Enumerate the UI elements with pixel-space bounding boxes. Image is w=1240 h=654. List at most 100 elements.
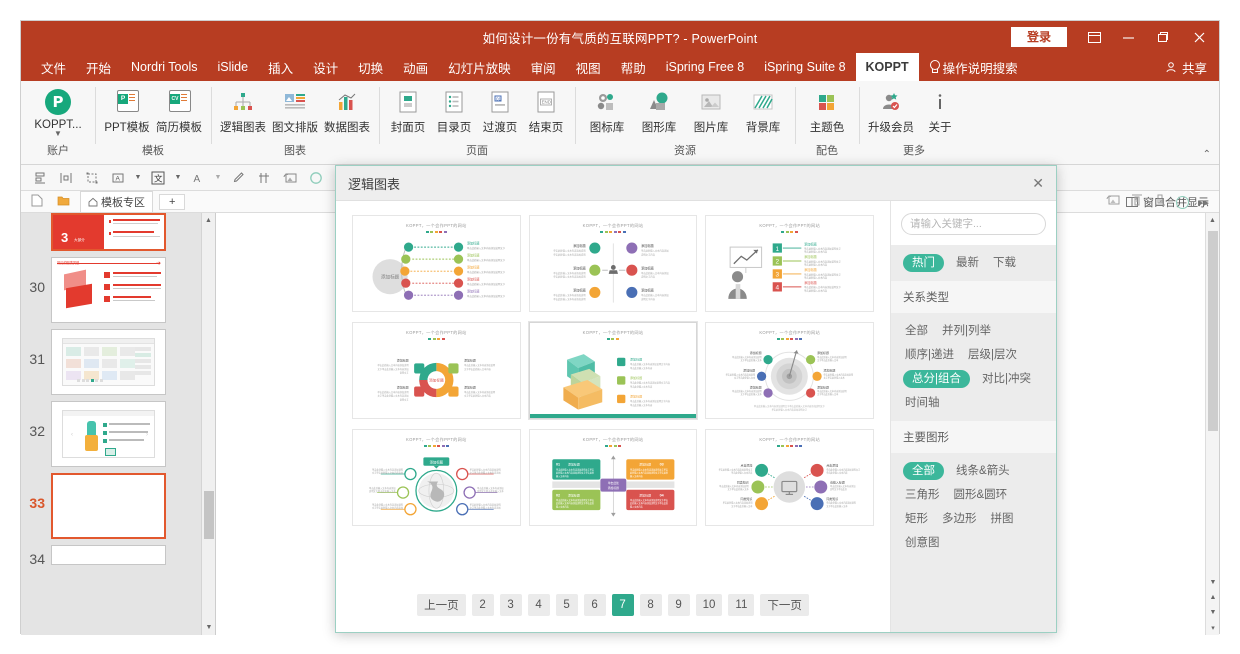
chevron-down-icon[interactable]: ▼ bbox=[133, 168, 143, 188]
upgrade-member-button[interactable]: 升级会员 bbox=[865, 84, 917, 135]
tab-transitions[interactable]: 切换 bbox=[348, 53, 393, 81]
previous-slide-button[interactable]: ▲ bbox=[1206, 590, 1220, 605]
tab-animations[interactable]: 动画 bbox=[393, 53, 438, 81]
sort-tag-hot[interactable]: 热门 bbox=[903, 254, 944, 272]
pagination-page-5[interactable]: 5 bbox=[555, 594, 578, 616]
relation-tag-contrast-conflict[interactable]: 对比|冲突 bbox=[980, 370, 1033, 388]
search-box[interactable] bbox=[901, 213, 1046, 235]
tell-me-search[interactable]: 操作说明搜索 bbox=[919, 53, 1028, 81]
slide-pane-scrollbar[interactable]: ▲ ▼ bbox=[201, 213, 215, 635]
reset-view-button[interactable]: ▾ bbox=[1206, 620, 1220, 635]
shape-tag-triangle[interactable]: 三角形 bbox=[903, 486, 942, 504]
open-folder-icon[interactable] bbox=[53, 194, 74, 210]
template-card-stacked-3d-blocks-3-items[interactable]: KOPPT，一个会作PPT的网站 添加标题 单击此处输入文本内容添加说明文字内容… bbox=[528, 322, 698, 419]
template-card-two-column-6-items[interactable]: KOPPT，一个会作PPT的网站 添加标题 单击此处输入文本内容添加说明 单击此… bbox=[528, 215, 698, 312]
pagination-page-2[interactable]: 2 bbox=[471, 594, 494, 616]
template-card-four-quadrant-cards[interactable]: KOPPT，一个会作PPT的网站 单击此处 添加标题 01 添加标题 单击此处输… bbox=[528, 429, 698, 526]
share-button[interactable]: 共享 bbox=[1165, 53, 1207, 81]
restore-icon[interactable] bbox=[1145, 21, 1179, 53]
text-box-icon[interactable]: A bbox=[107, 168, 129, 188]
slide-list-item[interactable]: 30 常见的图表类型 ➔ bbox=[21, 251, 215, 323]
pagination-page-7-active[interactable]: 7 bbox=[611, 594, 634, 616]
icon-library-button[interactable]: 图标库 bbox=[581, 84, 633, 135]
sort-tag-newest[interactable]: 最新 bbox=[954, 254, 981, 272]
tab-view[interactable]: 视图 bbox=[566, 53, 611, 81]
login-button[interactable]: 登录 bbox=[1010, 27, 1067, 47]
pagination-next[interactable]: 下一页 bbox=[760, 594, 809, 616]
template-card-donut-4-quadrant[interactable]: KOPPT，一个会作PPT的网站 添加标题 添加标题 单击此处输入文本内容添加说… bbox=[352, 322, 521, 419]
image-library-button[interactable]: 图片库 bbox=[685, 84, 737, 135]
relation-tag-parallel-list[interactable]: 并列|列举 bbox=[940, 322, 993, 340]
template-card-monitor-radial-6-items[interactable]: KOPPT，一个会作PPT的网站 点击添加 单击此处输入文本内容添加说明文字 单… bbox=[705, 429, 874, 526]
data-chart-button[interactable]: 数据图表 bbox=[321, 84, 373, 135]
pagination-page-3[interactable]: 3 bbox=[499, 594, 522, 616]
tab-ispring-free-8[interactable]: iSpring Free 8 bbox=[656, 53, 755, 81]
background-library-button[interactable]: 背景库 bbox=[737, 84, 789, 135]
slide-thumbnail[interactable]: 常见的图表类型 ➔ bbox=[51, 257, 166, 323]
scrollbar-thumb[interactable] bbox=[204, 491, 214, 539]
theme-color-button[interactable]: 主题色 bbox=[801, 84, 853, 135]
align-top-icon[interactable] bbox=[1130, 193, 1144, 212]
pagination-page-10[interactable]: 10 bbox=[695, 594, 723, 616]
chevron-down-icon[interactable]: ▼ bbox=[213, 168, 223, 188]
tab-home[interactable]: 开始 bbox=[76, 53, 121, 81]
template-card-globe-radial-6-items[interactable]: KOPPT，一个会作PPT的网站 添加标题 单击此处输入文本内容添加说明 文字单… bbox=[352, 429, 521, 526]
tab-islide[interactable]: iSlide bbox=[208, 53, 259, 81]
logic-chart-button[interactable]: 逻辑图表 bbox=[217, 84, 269, 135]
tab-koppt[interactable]: KOPPT bbox=[855, 53, 919, 81]
slide-thumbnail[interactable] bbox=[51, 545, 166, 565]
collapse-ribbon-icon[interactable]: ⌃ bbox=[1203, 149, 1211, 160]
pagination-page-9[interactable]: 9 bbox=[667, 594, 690, 616]
scroll-down-button[interactable]: ▼ bbox=[202, 620, 215, 635]
ribbon-display-options-icon[interactable] bbox=[1077, 21, 1111, 53]
tab-file[interactable]: 文件 bbox=[31, 53, 76, 81]
shape-tag-creative[interactable]: 创意图 bbox=[903, 534, 942, 552]
tab-insert[interactable]: 插入 bbox=[258, 53, 303, 81]
relation-tag-all[interactable]: 全部 bbox=[903, 322, 930, 340]
slide-list-item[interactable]: 32 ‹ › bbox=[21, 395, 215, 467]
image-swap-icon[interactable] bbox=[279, 168, 301, 188]
close-icon[interactable] bbox=[1179, 21, 1219, 53]
tab-ispring-suite-8[interactable]: iSpring Suite 8 bbox=[754, 53, 855, 81]
slide-list-item[interactable]: 33 bbox=[21, 467, 215, 539]
pagination-page-6[interactable]: 6 bbox=[583, 594, 606, 616]
circle-shape-icon[interactable] bbox=[305, 168, 327, 188]
image-replace-icon[interactable] bbox=[1106, 193, 1121, 212]
tab-design[interactable]: 设计 bbox=[303, 53, 348, 81]
ppt-template-button[interactable]: P PPT模板 bbox=[101, 84, 153, 135]
slide-list-item[interactable]: 3 大部分 bbox=[21, 213, 215, 251]
sort-tag-downloads[interactable]: 下载 bbox=[991, 254, 1018, 272]
pin-icon[interactable] bbox=[253, 168, 275, 188]
close-icon[interactable]: ✕ bbox=[1032, 176, 1044, 190]
template-card-target-radial-6-items[interactable]: KOPPT，一个会作PPT的网站 添加标题 单击此处输入文本内容添加说明 文字单… bbox=[705, 322, 874, 419]
cover-page-button[interactable]: 封面页 bbox=[385, 84, 431, 135]
relation-tag-timeline[interactable]: 时间轴 bbox=[903, 394, 942, 412]
shape-tag-lines-arrows[interactable]: 线条&箭头 bbox=[954, 462, 1012, 480]
tab-review[interactable]: 审阅 bbox=[521, 53, 566, 81]
chevron-down-icon[interactable]: ▼ bbox=[173, 168, 183, 188]
template-card-numbered-4-steps-presenter[interactable]: KOPPT，一个会作PPT的网站 1 2 3 4 添加标题 单击此处输入文本内容… bbox=[705, 215, 874, 312]
eyedropper-icon[interactable] bbox=[227, 168, 249, 188]
align-icon[interactable] bbox=[29, 168, 51, 188]
transition-page-button[interactable]: 01 过渡页 bbox=[477, 84, 523, 135]
align-bottom-icon[interactable] bbox=[1153, 193, 1167, 212]
crop-select-icon[interactable] bbox=[81, 168, 103, 188]
editor-scrollbar[interactable]: ▲ ▼ ▲ ▼ ▾ bbox=[1205, 213, 1219, 635]
shape-tag-rectangle[interactable]: 矩形 bbox=[903, 510, 930, 528]
resume-template-button[interactable]: CV 简历模板 bbox=[153, 84, 205, 135]
shape-tag-polygon[interactable]: 多边形 bbox=[940, 510, 979, 528]
tab-help[interactable]: 帮助 bbox=[611, 53, 656, 81]
add-tab-button[interactable]: + bbox=[159, 193, 186, 210]
shape-tag-puzzle[interactable]: 拼图 bbox=[989, 510, 1016, 528]
scroll-down-button[interactable]: ▼ bbox=[1206, 575, 1220, 590]
slide-thumbnail[interactable]: ‹ › bbox=[51, 401, 166, 467]
tab-slideshow[interactable]: 幻灯片放映 bbox=[438, 53, 521, 81]
pagination-page-4[interactable]: 4 bbox=[527, 594, 550, 616]
chevron-down-icon[interactable]: ▼ bbox=[54, 130, 62, 138]
more-icon[interactable]: ▸▸ bbox=[1198, 196, 1209, 209]
slide-thumbnail-pane[interactable]: 3 大部分 30 常见的图表类型 ➔ 31 32 ‹ › 33 34 ▲ ▼ bbox=[21, 213, 216, 635]
slide-thumbnail-selected[interactable] bbox=[51, 473, 166, 539]
minimize-icon[interactable] bbox=[1111, 21, 1145, 53]
pagination-prev[interactable]: 上一页 bbox=[417, 594, 466, 616]
text-style-icon[interactable]: 文 bbox=[147, 168, 169, 188]
